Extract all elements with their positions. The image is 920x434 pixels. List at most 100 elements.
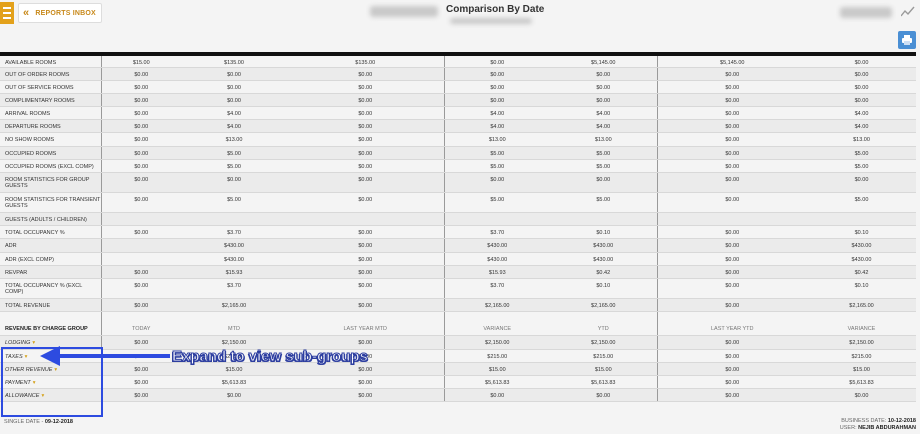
value-cell: $2,150.00 (807, 335, 916, 350)
row-label: REVPAR (0, 265, 101, 279)
value-cell: $0.00 (550, 172, 657, 193)
value-cell: $0.00 (550, 93, 657, 108)
value-cell: $5.00 (807, 192, 916, 213)
revenue-header-row: REVENUE BY CHARGE GROUP TODAY MTD LAST YEAR… (0, 322, 916, 337)
value-cell: $0.00 (287, 159, 444, 174)
value-cell: $0.00 (181, 67, 287, 81)
row-label: ARRIVAL ROOMS (0, 106, 101, 121)
hamburger-menu-button[interactable] (0, 2, 14, 24)
value-cell: $0.00 (100, 192, 181, 213)
value-cell: $0.00 (656, 225, 807, 240)
value-cell: $0.00 (287, 225, 444, 240)
value-cell: $5.00 (181, 192, 287, 213)
row-label: TOTAL REVENUE (0, 298, 101, 313)
user-value: NEJIB ABDURAHMAN (858, 425, 916, 431)
value-cell: $430.00 (443, 238, 550, 253)
charge-group-row[interactable]: PAYMENT ▾ $0.00 $5,613.83 $0.00 $5,613.83 $5,6… (0, 375, 916, 390)
page-title: Comparison By Date (446, 4, 545, 15)
value-cell: $0.00 (656, 278, 807, 299)
table-row: ADR (EXCL COMP) $430.00 $0.00 $430.00 $430.0… (0, 252, 916, 266)
table-row: OUT OF ORDER ROOMS $0.00 $0.00 $0.00 $0.00 $0… (0, 67, 916, 81)
value-cell: $0.00 (656, 119, 807, 134)
value-cell: $0.00 (656, 298, 807, 313)
value-cell: $4.00 (443, 106, 550, 121)
value-cell: $0.00 (287, 298, 444, 313)
value-cell: $2,165.00 (181, 298, 287, 313)
section-gap (0, 311, 916, 323)
value-cell: $0.00 (287, 172, 444, 193)
value-cell: $4.00 (550, 106, 657, 121)
column-header: YTD (550, 322, 657, 337)
annotation-arrow-icon (40, 346, 170, 366)
value-cell: $2,150.00 (550, 335, 657, 350)
value-cell: $0.00 (287, 238, 444, 253)
redacted-hotel-name (370, 6, 438, 17)
value-cell: $5.00 (550, 146, 657, 160)
single-date-value: 09-12-2018 (44, 419, 73, 425)
value-cell: $0.00 (100, 119, 181, 134)
value-cell: $0.00 (807, 93, 916, 108)
spacer-cell (550, 312, 657, 323)
value-cell: $2,150.00 (443, 335, 550, 350)
spacer-cell (287, 312, 444, 323)
value-cell: $0.00 (100, 132, 181, 147)
row-label: ROOM STATISTICS FOR TRANSIENT GUESTS (0, 192, 101, 213)
print-button[interactable] (898, 31, 916, 49)
value-cell (181, 212, 287, 227)
value-cell: $430.00 (807, 238, 916, 253)
value-cell: $5.00 (181, 146, 287, 160)
value-cell: $430.00 (550, 252, 657, 266)
column-header: LAST YEAR MTD (287, 322, 444, 337)
charge-group-row[interactable]: ALLOWANCE ▾ $0.00 $0.00 $0.00 $0.00 $0.00 $0.00… (0, 388, 916, 403)
value-cell: $0.00 (656, 388, 807, 403)
row-label: OCCUPIED ROOMS (0, 146, 101, 160)
value-cell: $4.00 (807, 119, 916, 134)
table-row: DEPARTURE ROOMS $0.00 $4.00 $0.00 $4.00 $4.00… (0, 119, 916, 134)
value-cell: $0.00 (443, 80, 550, 94)
statistics-body: AVAILABLE ROOMS $15.00 $135.00 $135.00 $0.00… (0, 52, 916, 313)
value-cell: $0.00 (100, 93, 181, 108)
value-cell: $4.00 (181, 106, 287, 121)
value-cell: $0.00 (287, 106, 444, 121)
value-cell: $430.00 (807, 252, 916, 266)
value-cell: $0.00 (181, 172, 287, 193)
trend-chart-icon[interactable] (901, 6, 915, 18)
column-header: MTD (181, 322, 287, 337)
reports-inbox-button[interactable]: « REPORTS INBOX (18, 3, 102, 23)
row-label: NO SHOW ROOMS (0, 132, 101, 147)
expand-chevron-icon[interactable]: ▾ (32, 340, 35, 346)
value-cell: $0.00 (656, 67, 807, 81)
value-cell: $0.10 (807, 225, 916, 240)
column-header: TODAY (100, 322, 181, 337)
charge-group-label: LODGING (5, 340, 31, 347)
value-cell: $4.00 (550, 119, 657, 134)
table-row: OUT OF SERVICE ROOMS $0.00 $0.00 $0.00 $0.00… (0, 80, 916, 94)
value-cell: $0.42 (550, 265, 657, 279)
value-cell: $215.00 (807, 349, 916, 363)
value-cell: $5,145.00 (550, 52, 657, 68)
value-cell: $0.00 (656, 375, 807, 390)
table-row: OCCUPIED ROOMS (EXCL COMP) $0.00 $5.00 $0.0… (0, 159, 916, 174)
value-cell: $5.00 (807, 159, 916, 174)
table-row: NO SHOW ROOMS $0.00 $13.00 $0.00 $13.00 $13.0… (0, 132, 916, 147)
value-cell: $215.00 (443, 349, 550, 363)
value-cell: $5.00 (181, 159, 287, 174)
value-cell: $0.00 (181, 80, 287, 94)
column-header: VARIANCE (443, 322, 550, 337)
row-label: OUT OF ORDER ROOMS (0, 67, 101, 81)
value-cell: $0.00 (100, 278, 181, 299)
value-cell: $0.00 (656, 238, 807, 253)
value-cell: $0.10 (807, 278, 916, 299)
value-cell: $5.00 (443, 192, 550, 213)
value-cell: $0.00 (656, 172, 807, 193)
value-cell: $0.00 (656, 349, 807, 363)
double-chevron-left-icon: « (23, 7, 30, 19)
value-cell: $0.00 (656, 93, 807, 108)
table-row: GUESTS (ADULTS / CHILDREN) (0, 212, 916, 227)
value-cell: $0.00 (656, 362, 807, 376)
value-cell: $0.00 (100, 298, 181, 313)
value-cell: $5,613.83 (181, 375, 287, 390)
row-label: DEPARTURE ROOMS (0, 119, 101, 134)
value-cell (656, 212, 807, 227)
value-cell: $0.00 (287, 67, 444, 81)
